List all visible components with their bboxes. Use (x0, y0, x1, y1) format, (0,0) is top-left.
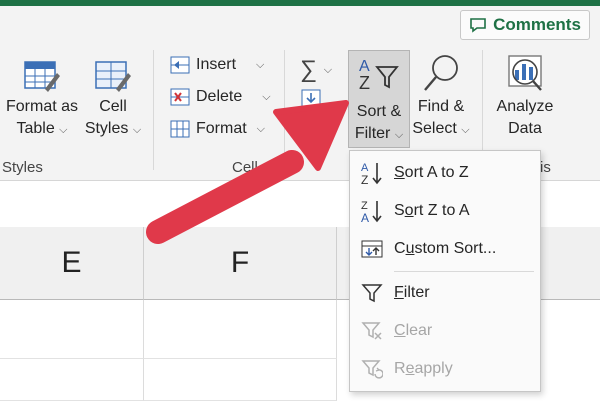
pointer-arrow-icon (146, 100, 349, 244)
